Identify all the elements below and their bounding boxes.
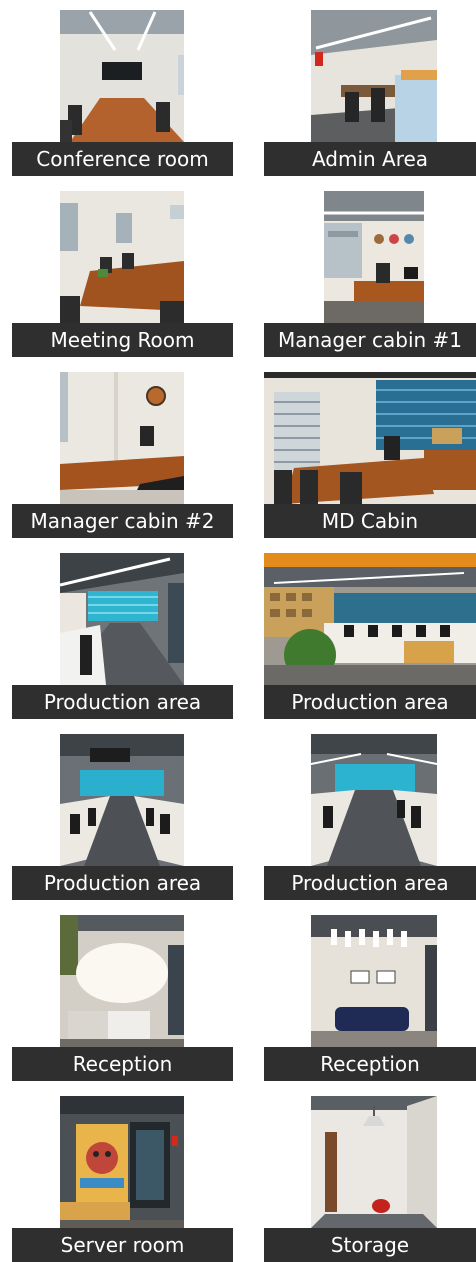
production-area-1-photo (60, 553, 184, 685)
caption-reception-2: Reception (264, 1047, 476, 1081)
reception-1-photo (60, 915, 184, 1047)
storage-photo (311, 1096, 437, 1228)
caption-admin-area: Admin Area (264, 142, 476, 176)
admin-area-photo (311, 10, 437, 142)
meeting-room-photo (60, 191, 184, 323)
production-area-3-photo (60, 734, 184, 866)
caption-production-area-3: Production area (12, 866, 233, 900)
caption-manager-cabin-1: Manager cabin #1 (264, 323, 476, 357)
production-area-4-photo (311, 734, 437, 866)
caption-production-area-1: Production area (12, 685, 233, 719)
conference-room-photo (60, 10, 184, 142)
caption-manager-cabin-2: Manager cabin #2 (12, 504, 233, 538)
caption-production-area-2: Production area (264, 685, 476, 719)
md-cabin-photo (264, 372, 476, 504)
caption-md-cabin: MD Cabin (264, 504, 476, 538)
caption-reception-1: Reception (12, 1047, 233, 1081)
reception-2-photo (311, 915, 437, 1047)
server-room-photo (60, 1096, 184, 1228)
manager-cabin-1-photo (324, 191, 424, 323)
caption-meeting-room: Meeting Room (12, 323, 233, 357)
production-area-2-photo (264, 553, 476, 685)
caption-production-area-4: Production area (264, 866, 476, 900)
caption-conference-room: Conference room (12, 142, 233, 176)
manager-cabin-2-photo (60, 372, 184, 504)
